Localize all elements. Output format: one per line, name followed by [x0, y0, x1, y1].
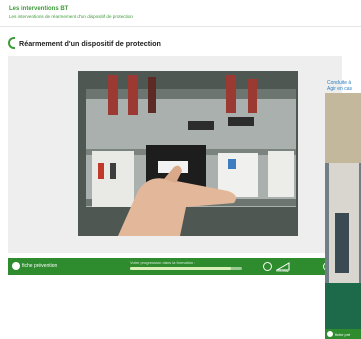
- progress-bar: [130, 267, 242, 270]
- electrical-panel-image: [78, 71, 298, 236]
- breadcrumb[interactable]: Les interventions de réarmement d'un dis…: [9, 14, 133, 19]
- header-divider: [0, 26, 361, 27]
- bracket-icon: [8, 37, 15, 49]
- module-title: Les interventions BT: [9, 6, 69, 12]
- player-control-bar: fiche prévention Votre progression dans …: [8, 258, 342, 275]
- next-title-line2: Agir en cas: [327, 86, 353, 92]
- next-video-thumbnail[interactable]: [325, 93, 361, 329]
- info-icon[interactable]: [327, 331, 333, 337]
- fiche-prevention-link[interactable]: fiche prévention: [22, 263, 57, 269]
- info-icon[interactable]: [12, 262, 20, 270]
- next-video-bar: fiche pré: [325, 329, 361, 339]
- next-video-image: [325, 93, 361, 329]
- section-heading: Réarmement d'un dispositif de protection: [8, 36, 161, 50]
- progress-label: Votre progression dans la formation :: [130, 260, 196, 265]
- progress-fill: [130, 267, 231, 270]
- section-title: Réarmement d'un dispositif de protection: [19, 38, 161, 48]
- next-video-title[interactable]: Conduite à Agir en cas: [327, 80, 361, 92]
- video-stage: [8, 56, 342, 253]
- video-frame[interactable]: [78, 71, 298, 236]
- restart-icon[interactable]: [263, 262, 272, 271]
- volume-label: VOLUME: [276, 269, 289, 273]
- next-fiche-link[interactable]: fiche pré: [335, 332, 350, 337]
